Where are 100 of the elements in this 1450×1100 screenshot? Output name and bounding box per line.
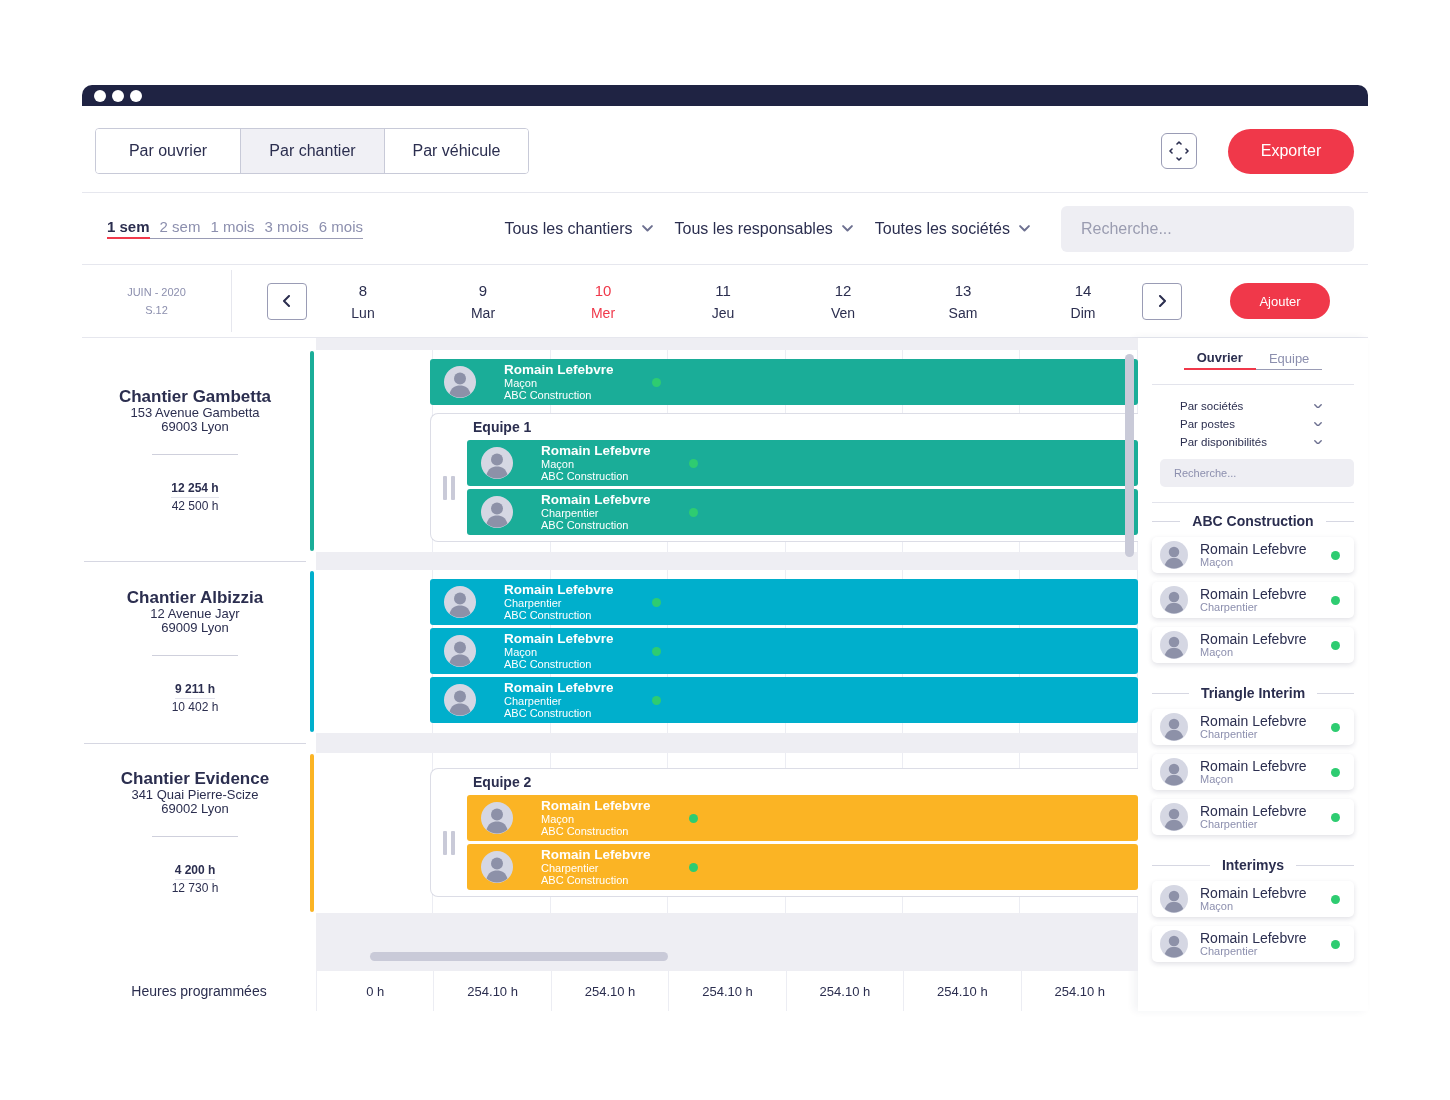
worker-role: Charpentier — [504, 695, 563, 707]
avatar-icon — [481, 447, 513, 479]
site-address: 153 Avenue Gambetta — [130, 406, 260, 420]
worker-company: ABC Construction — [541, 874, 630, 886]
export-button[interactable]: Exporter — [1228, 128, 1354, 174]
fullscreen-button[interactable] — [1161, 133, 1197, 169]
day-total-hours: 254.10 h — [433, 971, 551, 1011]
horizontal-scrollbar[interactable] — [370, 952, 668, 961]
avatar-icon — [481, 802, 513, 834]
worker-name: Romain Lefebvre — [504, 363, 615, 377]
filter-dropdown[interactable]: Par postes — [1152, 415, 1354, 433]
worker-card[interactable]: Romain Lefebvre Charpentier — [1152, 799, 1354, 835]
total-hours: 42 500 h — [171, 498, 219, 514]
site-address: 341 Quai Pierre-Scize — [131, 788, 259, 802]
drag-handle-icon[interactable] — [442, 475, 456, 500]
worker-role: Charpentier — [541, 862, 600, 874]
day-name: Ven — [830, 304, 856, 321]
site-city: 69003 Lyon — [161, 420, 229, 434]
day-name: Mer — [590, 304, 616, 321]
worker-name: Romain Lefebvre — [1200, 931, 1308, 945]
day-total-hours: 254.10 h — [1020, 971, 1138, 1011]
window-control-icon[interactable] — [130, 89, 142, 102]
worker-name: Romain Lefebvre — [504, 681, 615, 695]
avatar-icon — [1160, 885, 1188, 913]
period-tab[interactable]: 1 sem — [107, 218, 150, 239]
filter-dropdown[interactable]: Toutes les sociétés — [874, 219, 1030, 238]
worker-name: Romain Lefebvre — [1200, 714, 1308, 728]
worker-company: ABC Construction — [541, 519, 630, 531]
site-city: 69009 Lyon — [161, 620, 229, 635]
worker-role: Maçon — [541, 458, 576, 470]
drag-handle-icon[interactable] — [442, 830, 456, 855]
add-button[interactable]: Ajouter — [1230, 283, 1330, 319]
chevron-down-icon — [1019, 225, 1030, 232]
avatar-icon — [1160, 930, 1188, 958]
worker-card[interactable]: Romain Lefebvre Maçon — [1152, 537, 1354, 573]
group-title: ABC Construction — [1192, 513, 1314, 529]
worker-role: Maçon — [504, 646, 539, 658]
day-number: 11 — [715, 281, 731, 299]
chevron-left-icon — [282, 295, 292, 307]
avatar-icon — [481, 851, 513, 883]
previous-week-button[interactable] — [267, 282, 307, 320]
filter-dropdown[interactable]: Tous les responsables — [674, 219, 853, 238]
worker-role: Charpentier — [1200, 945, 1259, 957]
avatar-icon — [1160, 631, 1188, 659]
worker-role: Maçon — [1200, 773, 1235, 785]
chevron-down-icon — [1314, 439, 1322, 445]
avatar-icon — [444, 684, 476, 716]
worker-card[interactable]: Romain Lefebvre Maçon — [1152, 881, 1354, 917]
worker-name: Romain Lefebvre — [504, 632, 615, 646]
window-control-icon[interactable] — [112, 89, 124, 102]
worker-role: Maçon — [1200, 900, 1235, 912]
worker-company: ABC Construction — [541, 470, 630, 482]
site-city: 69002 Lyon — [161, 802, 229, 816]
worker-card[interactable]: Romain Lefebvre Maçon — [1152, 754, 1354, 790]
group-title: Triangle Interim — [1200, 685, 1306, 701]
day-name: Sam — [948, 304, 978, 321]
row-label: Heures programmées — [130, 982, 268, 1001]
planned-hours: 4 200 h — [174, 863, 216, 880]
day-number: 8 — [358, 281, 368, 299]
day-total-hours: 254.10 h — [550, 971, 669, 1011]
worker-name: Romain Lefebvre — [541, 848, 652, 862]
worker-name: Romain Lefebvre — [1200, 886, 1308, 900]
worker-name: Romain Lefebvre — [1200, 804, 1308, 818]
day-number: 13 — [954, 281, 972, 299]
avatar-icon — [1160, 586, 1188, 614]
filter-dropdown[interactable]: Par sociétés — [1152, 397, 1354, 415]
avatar-icon — [481, 496, 513, 528]
worker-name: Romain Lefebvre — [1200, 759, 1308, 773]
day-number: 10 — [594, 281, 612, 299]
worker-role: Maçon — [1200, 646, 1235, 658]
search-field[interactable]: Recherche... — [1160, 459, 1354, 487]
worker-name: Romain Lefebvre — [1200, 542, 1308, 556]
day-number: 12 — [834, 281, 852, 299]
next-week-button[interactable] — [1142, 282, 1182, 320]
panel-tab[interactable]: Ouvrier — [1183, 350, 1256, 370]
worker-role: Charpentier — [1200, 818, 1259, 830]
window-control-icon[interactable] — [94, 89, 106, 102]
vertical-scrollbar[interactable] — [1125, 354, 1134, 557]
chevron-down-icon — [1314, 421, 1322, 427]
worker-name: Romain Lefebvre — [504, 583, 615, 597]
worker-card[interactable]: Romain Lefebvre Charpentier — [1152, 709, 1354, 745]
worker-role: Charpentier — [1200, 601, 1259, 613]
search-field[interactable]: Recherche... — [1061, 205, 1354, 252]
worker-company: ABC Construction — [504, 707, 593, 719]
worker-role: Maçon — [1200, 556, 1235, 568]
view-tab[interactable]: Par chantier — [240, 129, 384, 173]
avatar-icon — [1160, 803, 1188, 831]
worker-card[interactable]: Romain Lefebvre Charpentier — [1152, 582, 1354, 618]
filter-dropdown[interactable]: Tous les chantiers — [504, 219, 653, 238]
view-tab[interactable]: Par véhicule — [384, 129, 528, 173]
filter-dropdown[interactable]: Par disponibilités — [1152, 433, 1354, 451]
chevron-down-icon — [641, 225, 653, 232]
avatar-icon — [444, 586, 476, 618]
avatar-icon — [444, 366, 476, 398]
worker-card[interactable]: Romain Lefebvre Maçon — [1152, 627, 1354, 663]
day-name: Mar — [470, 304, 496, 321]
avatar-icon — [1160, 541, 1188, 569]
day-name: Lun — [351, 304, 375, 321]
worker-name: Romain Lefebvre — [541, 444, 652, 458]
worker-card[interactable]: Romain Lefebvre Charpentier — [1152, 926, 1354, 962]
